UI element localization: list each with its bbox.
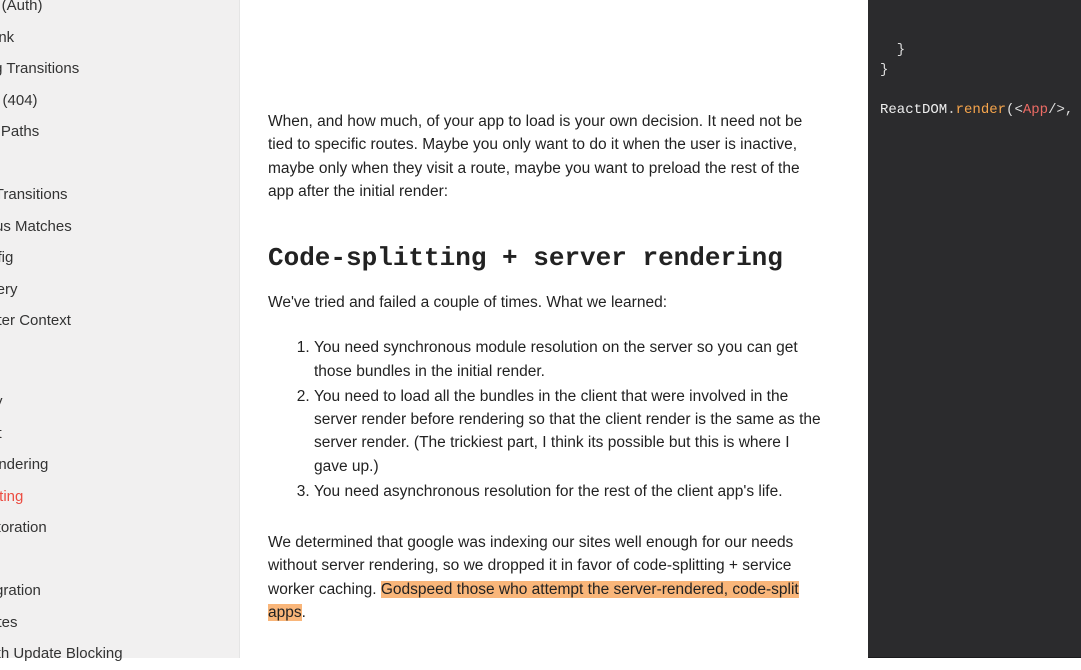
code-pane: } } ReactDOM.render(<App/>, xyxy=(868,0,1081,658)
sidebar-item[interactable]: Integration xyxy=(0,575,221,607)
sidebar-item-code-splitting[interactable]: Splitting xyxy=(0,481,221,513)
article-intro: When, and how much, of your app to load … xyxy=(268,110,824,203)
sidebar-item[interactable]: Routes xyxy=(0,607,221,639)
list-item: You need asynchronous resolution for the… xyxy=(314,480,824,503)
article-heading: Code-splitting + server rendering xyxy=(268,243,824,273)
sidebar-item[interactable]: Config xyxy=(0,242,221,274)
article-points: You need synchronous module resolution o… xyxy=(268,336,824,503)
list-item: You need to load all the bundles in the … xyxy=(314,385,824,478)
sidebar-item[interactable]: sive Paths xyxy=(0,116,221,148)
sidebar-item[interactable]: ar xyxy=(0,148,221,180)
sidebar-item[interactable]: ted Transitions xyxy=(0,179,221,211)
sidebar-item[interactable]: ophy xyxy=(0,386,221,418)
article-conclusion: We determined that google was indexing o… xyxy=(268,531,824,624)
sidebar-section: s xyxy=(0,337,221,387)
article-lead: We've tried and failed a couple of times… xyxy=(268,291,824,314)
sidebar-item[interactable]: Restoration xyxy=(0,512,221,544)
sidebar-item[interactable]: g xyxy=(0,544,221,576)
sidebar-item[interactable]: m Link xyxy=(0,22,221,54)
sidebar-item[interactable]: Gallery xyxy=(0,274,221,306)
sidebar-item[interactable]: g with Update Blocking xyxy=(0,638,221,670)
sidebar-item[interactable]: nting Transitions xyxy=(0,53,221,85)
article-body: When, and how much, of your app to load … xyxy=(240,0,868,658)
sidebar-nav: ects (Auth) m Link nting Transitions atc… xyxy=(0,0,240,658)
sidebar-item[interactable]: guous Matches xyxy=(0,211,221,243)
sidebar-item[interactable]: Start xyxy=(0,418,221,450)
sidebar-item[interactable]: r Rendering xyxy=(0,449,221,481)
sidebar-item[interactable]: Router Context xyxy=(0,305,221,337)
sidebar-item[interactable]: atch (404) xyxy=(0,85,221,117)
list-item: You need synchronous module resolution o… xyxy=(314,336,824,383)
sidebar-item[interactable]: ects (Auth) xyxy=(0,0,221,22)
